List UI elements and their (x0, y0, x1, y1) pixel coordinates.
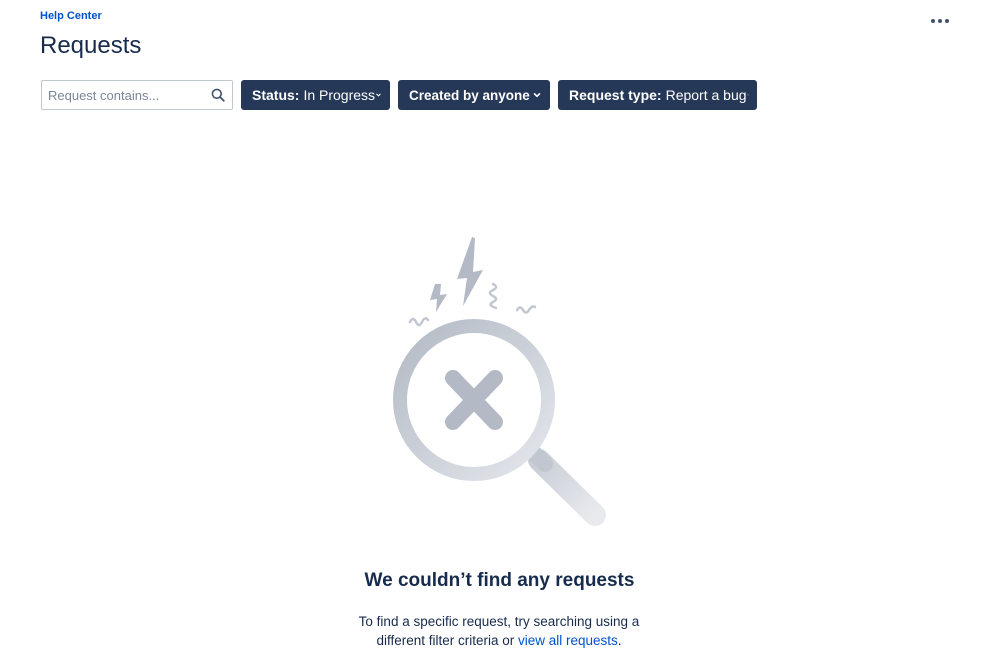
empty-state-message-line1: To find a specific request, try searchin… (358, 614, 640, 629)
breadcrumb-help-center[interactable]: Help Center (40, 10, 102, 22)
search-icon[interactable] (211, 88, 225, 102)
filter-bar: Status: In Progress Created by anyone Re… (41, 80, 757, 110)
view-all-requests-link[interactable]: view all requests (518, 633, 618, 648)
status-filter-button[interactable]: Status: In Progress (241, 80, 390, 110)
empty-state-message: To find a specific request, try searchin… (349, 612, 649, 650)
more-horizontal-icon-dot (945, 19, 949, 23)
magnifier-error-icon (393, 237, 606, 526)
request-type-filter-value: Report a bug (665, 87, 747, 103)
chevron-down-icon (746, 94, 749, 96)
more-horizontal-icon (931, 19, 935, 23)
search-box (41, 80, 233, 110)
more-actions-button[interactable] (924, 10, 956, 32)
empty-state-title: We couldn’t find any requests (364, 570, 635, 591)
created-by-filter-label: Created by anyone (409, 87, 530, 103)
chevron-down-icon (533, 92, 541, 98)
search-input[interactable] (42, 81, 208, 109)
empty-state-message-end: . (617, 633, 622, 648)
request-type-filter-key: Request type: (569, 87, 662, 103)
chevron-down-icon (376, 93, 381, 97)
more-horizontal-icon-dot (938, 19, 942, 23)
status-filter-key: Status: (252, 87, 300, 103)
request-type-filter-button[interactable]: Request type: Report a bug (558, 80, 757, 110)
created-by-filter-button[interactable]: Created by anyone (398, 80, 550, 110)
page-title: Requests (40, 32, 142, 59)
empty-state-message-line2: different filter criteria or (376, 633, 518, 648)
status-filter-value: In Progress (303, 87, 376, 103)
